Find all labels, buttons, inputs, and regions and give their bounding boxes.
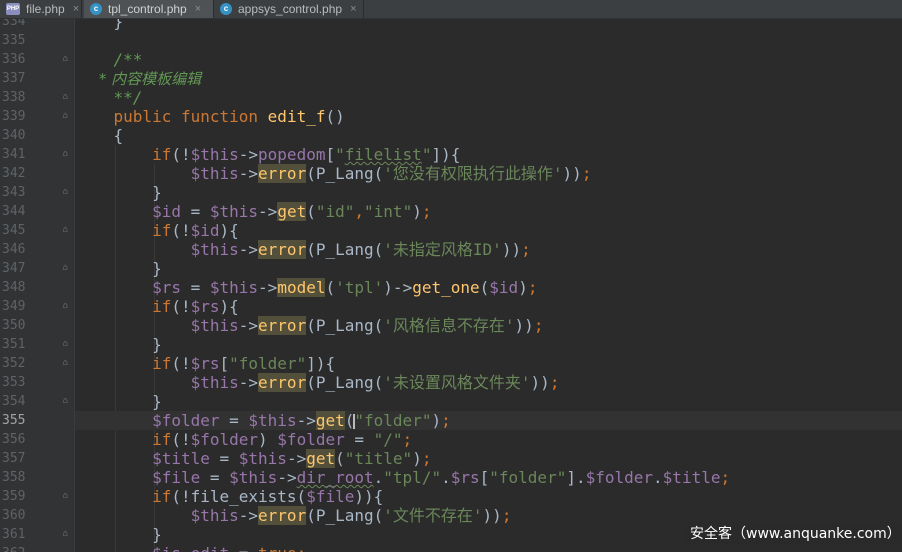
php-class-icon: c xyxy=(220,3,232,15)
code-line[interactable]: * 内容模板编辑 xyxy=(75,69,201,88)
code-line[interactable]: $this->error(P_Lang('您没有权限执行此操作')); xyxy=(75,164,591,183)
fold-marker-icon[interactable]: ⌂ xyxy=(60,225,71,236)
code-line[interactable]: $title = $this->get("title"); xyxy=(75,449,431,468)
tab-label: tpl_control.php xyxy=(108,2,187,16)
line-number: 347 xyxy=(2,261,26,276)
line-number: 339 xyxy=(2,109,26,124)
code-line[interactable]: if(!file_exists($file)){ xyxy=(75,487,383,506)
code-line[interactable]: $is_edit = true; xyxy=(75,544,306,552)
code-line[interactable]: } xyxy=(75,259,162,278)
code-line[interactable]: $this->error(P_Lang('未指定风格ID')); xyxy=(75,240,531,259)
line-number: 350 xyxy=(2,318,26,333)
code-line[interactable]: } xyxy=(75,525,162,544)
line-number-gutter[interactable]: 334 335 336 ⌂ 337 338 ⌂ 339 ⌂ 340 341 ⌂ 342 343 ⌂ 344 34… xyxy=(0,19,75,552)
tab-tpl-control[interactable]: c tpl_control.php × xyxy=(84,0,214,18)
code-line[interactable]: $this->error(P_Lang('风格信息不存在')); xyxy=(75,316,543,335)
line-number: 349 xyxy=(2,299,26,314)
fold-marker-icon[interactable]: ⌂ xyxy=(60,92,71,103)
code-line[interactable]: { xyxy=(75,126,124,145)
line-number: 352 xyxy=(2,356,26,371)
code-line[interactable]: } xyxy=(75,335,162,354)
line-number: 337 xyxy=(2,71,26,86)
code-line[interactable]: } xyxy=(75,183,162,202)
close-icon[interactable]: × xyxy=(350,3,356,15)
close-icon[interactable]: × xyxy=(195,3,201,15)
line-number: 336 xyxy=(2,52,26,67)
line-number: 359 xyxy=(2,489,26,504)
editor-tab-bar: PHP file.php × c tpl_control.php × c app… xyxy=(0,0,902,19)
line-number: 355 xyxy=(2,413,26,428)
code-line[interactable]: } xyxy=(75,19,124,31)
line-number: 361 xyxy=(2,527,26,542)
line-number: 356 xyxy=(2,432,26,447)
line-number: 345 xyxy=(2,223,26,238)
fold-marker-icon[interactable]: ⌂ xyxy=(60,187,71,198)
watermark: 安全客（www.anquanke.com） xyxy=(686,522,902,544)
code-line[interactable]: $rs = $this->model('tpl')->get_one($id); xyxy=(75,278,537,297)
code-line[interactable]: $id = $this->get("id","int"); xyxy=(75,202,431,221)
code-line[interactable]: if(!$folder) $folder = "/"; xyxy=(75,430,412,449)
code-line[interactable]: if(!$rs){ xyxy=(75,297,239,316)
php-class-icon: c xyxy=(90,3,102,15)
line-number: 360 xyxy=(2,508,26,523)
fold-marker-icon[interactable]: ⌂ xyxy=(60,54,71,65)
fold-marker-icon[interactable]: ⌂ xyxy=(60,396,71,407)
line-number: 335 xyxy=(2,33,26,48)
code-editor[interactable]: } /** * 内容模板编辑 **/ public function edit_… xyxy=(75,19,902,552)
code-line[interactable]: if(!$this->popedom["filelist"]){ xyxy=(75,145,460,164)
code-line[interactable]: $folder = $this->get("folder"); xyxy=(75,411,451,430)
code-line[interactable]: $this->error(P_Lang('未设置风格文件夹')); xyxy=(75,373,559,392)
line-number: 358 xyxy=(2,470,26,485)
code-line[interactable]: } xyxy=(75,392,162,411)
line-number: 343 xyxy=(2,185,26,200)
fold-marker-icon[interactable]: ⌂ xyxy=(60,358,71,369)
php-file-icon: PHP xyxy=(6,3,20,15)
fold-marker-icon[interactable]: ⌂ xyxy=(60,263,71,274)
line-number: 354 xyxy=(2,394,26,409)
line-number: 351 xyxy=(2,337,26,352)
line-number: 340 xyxy=(2,128,26,143)
tab-label: file.php xyxy=(26,2,65,16)
code-line[interactable]: public function edit_f() xyxy=(75,107,345,126)
fold-marker-icon[interactable]: ⌂ xyxy=(60,529,71,540)
code-line[interactable]: **/ xyxy=(75,88,143,107)
fold-marker-icon[interactable]: ⌂ xyxy=(60,111,71,122)
tab-file-php[interactable]: PHP file.php × xyxy=(0,0,82,18)
code-line[interactable]: $file = $this->dir_root."tpl/".$rs["fold… xyxy=(75,468,730,487)
line-number: 346 xyxy=(2,242,26,257)
code-line[interactable]: /** xyxy=(75,50,143,69)
fold-marker-icon[interactable]: ⌂ xyxy=(60,491,71,502)
line-number: 334 xyxy=(2,19,26,29)
line-number: 342 xyxy=(2,166,26,181)
tab-appsys-control[interactable]: c appsys_control.php × xyxy=(214,0,364,18)
line-number: 357 xyxy=(2,451,26,466)
line-number: 344 xyxy=(2,204,26,219)
line-number: 341 xyxy=(2,147,26,162)
tab-label: appsys_control.php xyxy=(238,2,343,16)
code-line[interactable]: if(!$rs["folder"]){ xyxy=(75,354,335,373)
line-number: 353 xyxy=(2,375,26,390)
code-line[interactable]: if(!$id){ xyxy=(75,221,239,240)
line-number: 348 xyxy=(2,280,26,295)
line-number: 362 xyxy=(0,544,32,552)
code-line[interactable]: $this->error(P_Lang('文件不存在')); xyxy=(75,506,511,525)
line-number: 338 xyxy=(2,90,26,105)
fold-marker-icon[interactable]: ⌂ xyxy=(60,149,71,160)
fold-marker-icon[interactable]: ⌂ xyxy=(60,339,71,350)
close-icon[interactable]: × xyxy=(73,3,79,15)
fold-marker-icon[interactable]: ⌂ xyxy=(60,301,71,312)
